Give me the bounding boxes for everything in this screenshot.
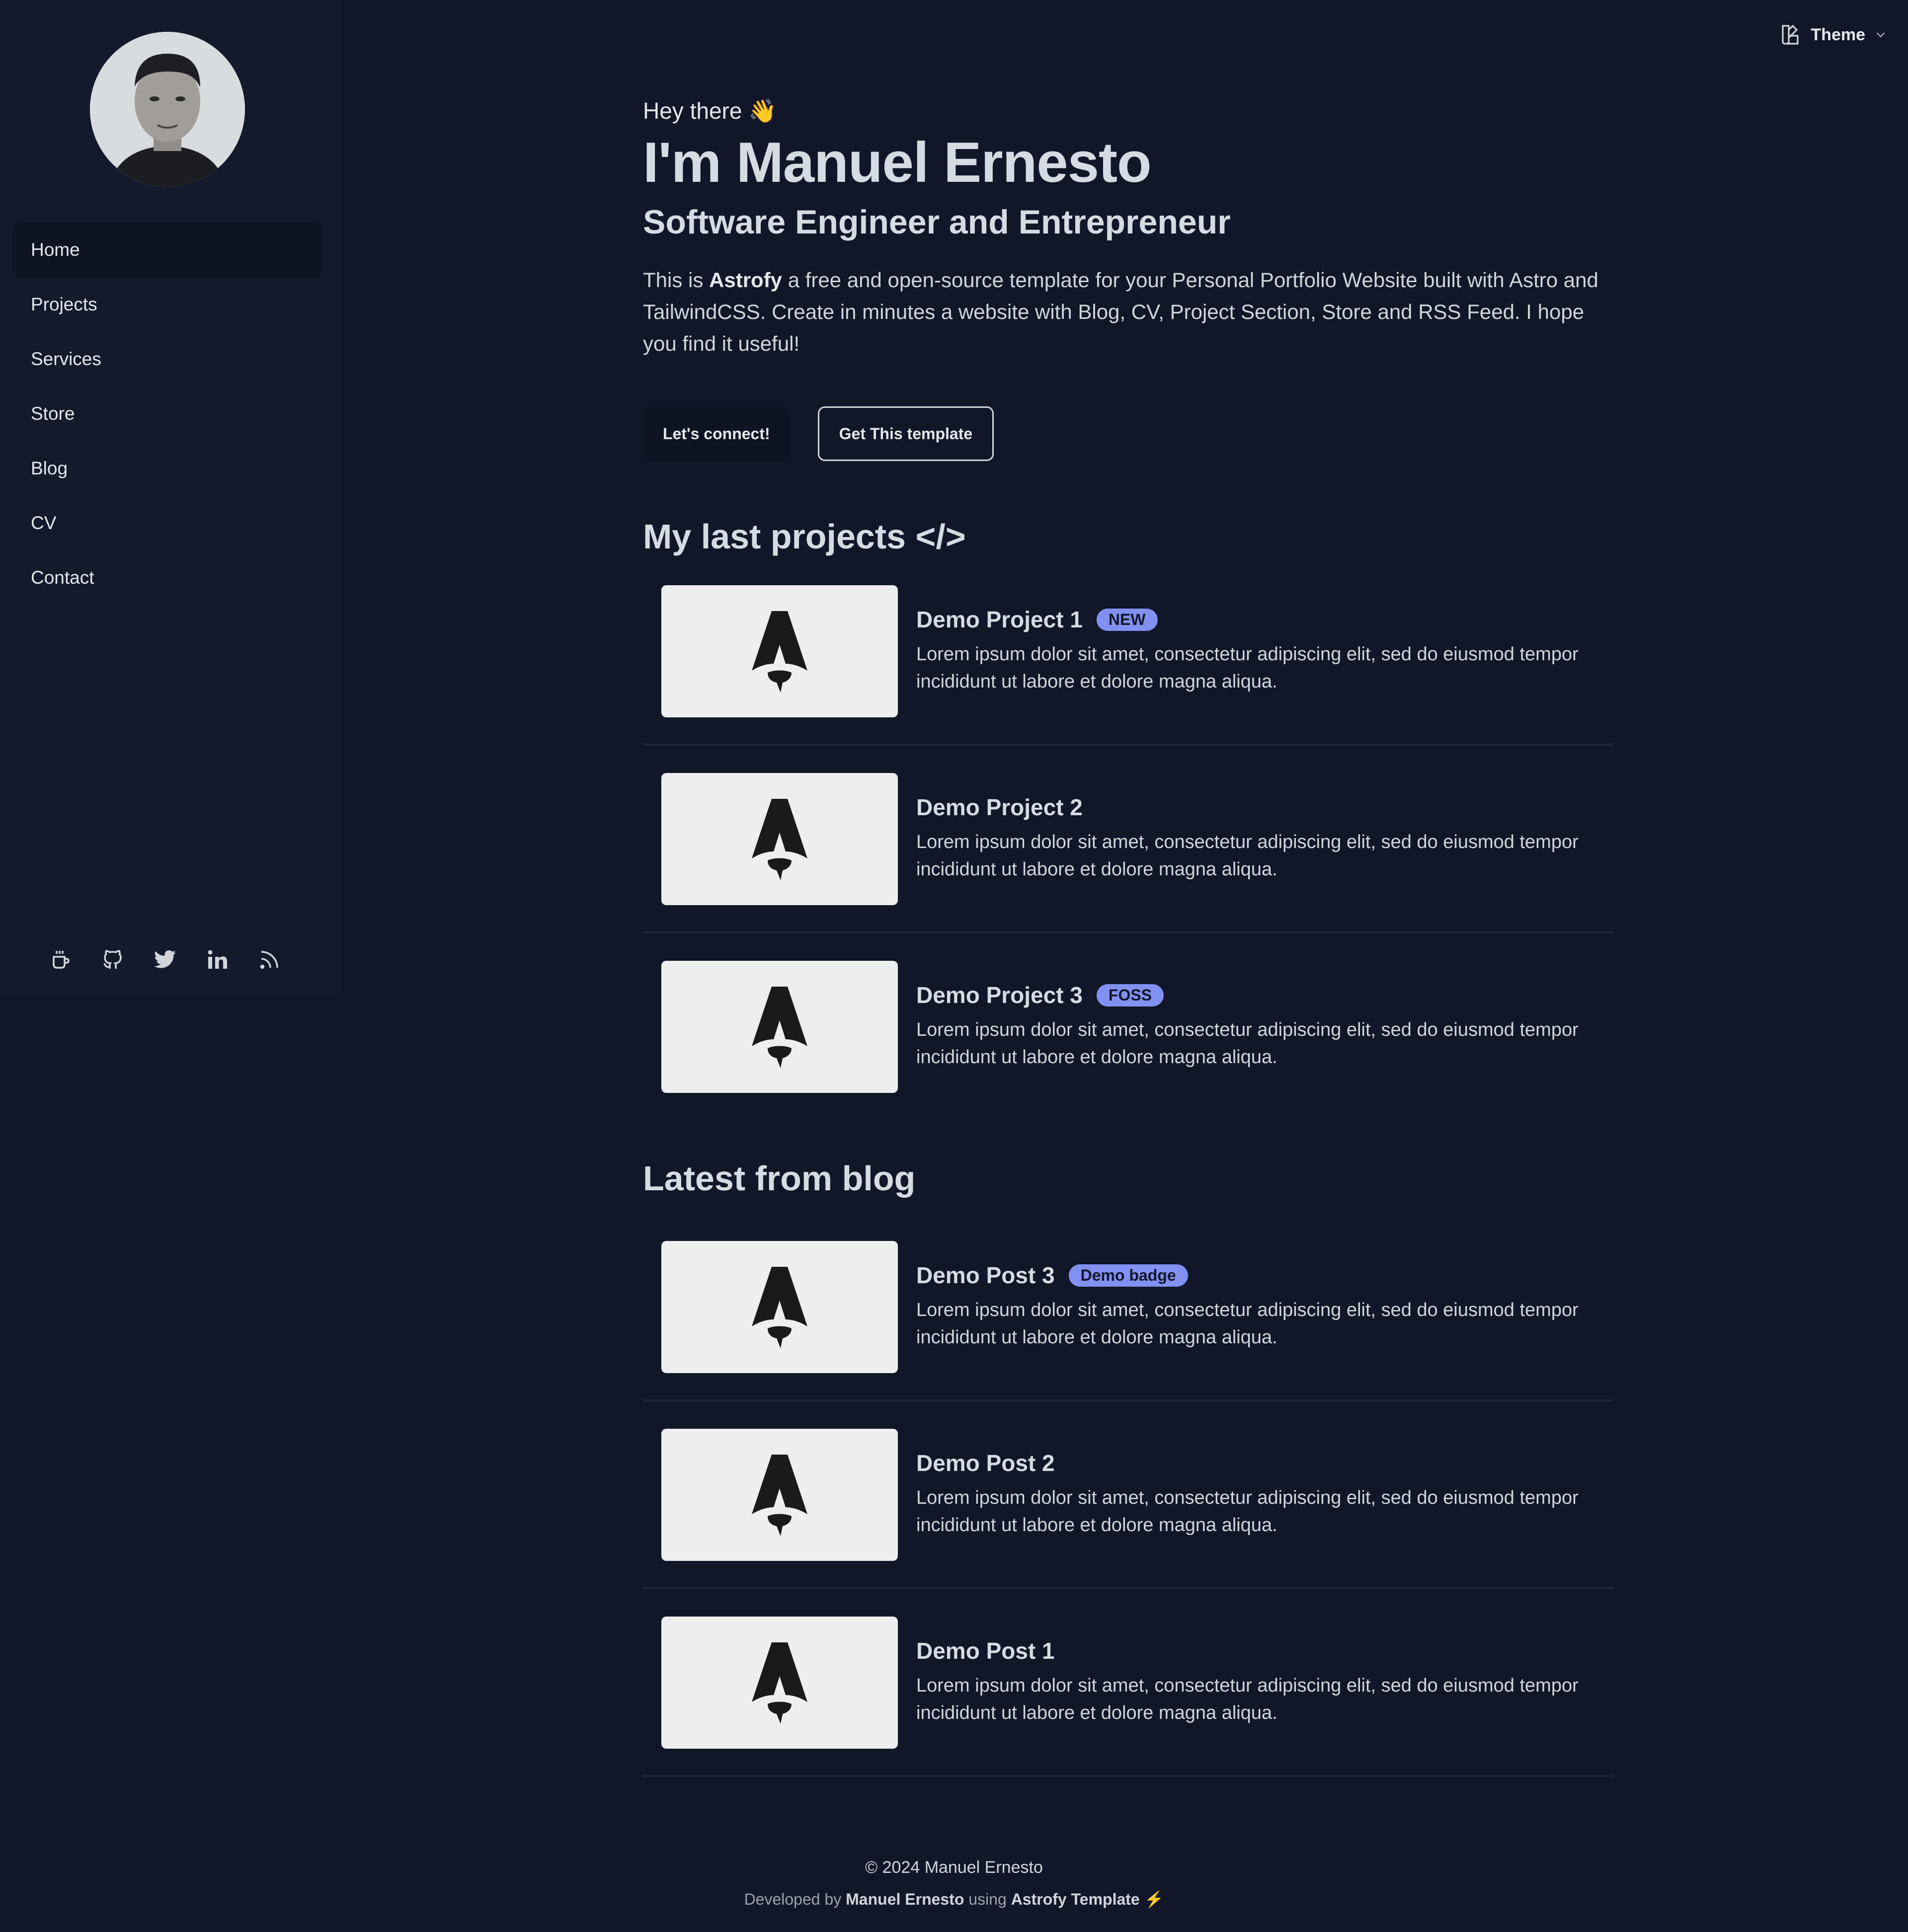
developer-credit: Developed by Manuel Ernesto using Astrof… (0, 1890, 1908, 1909)
sidebar-item-home[interactable]: Home (13, 223, 323, 277)
project-thumbnail (661, 961, 898, 1093)
github-icon[interactable] (98, 945, 128, 975)
project-title: Demo Project 1 (916, 607, 1083, 632)
avatar (90, 32, 245, 187)
sidebar-item-projects[interactable]: Projects (13, 277, 323, 332)
page-title: I'm Manuel Ernesto (643, 131, 1152, 194)
sidebar-item-contact[interactable]: Contact (13, 550, 323, 605)
divider (643, 1399, 1614, 1401)
sidebar-item-store[interactable]: Store (13, 386, 323, 441)
coffee-icon[interactable] (46, 945, 76, 975)
connect-button[interactable]: Let's connect! (643, 406, 790, 461)
post-description: Lorem ipsum dolor sit amet, consectetur … (916, 1487, 1579, 1536)
post-thumbnail (661, 1241, 898, 1373)
theme-dropdown[interactable]: Theme (1779, 23, 1888, 47)
project-description: Lorem ipsum dolor sit amet, consectetur … (916, 832, 1579, 880)
sidebar-nav: Home Projects Services Store Blog CV Con… (13, 223, 323, 605)
project-thumbnail (661, 773, 898, 905)
blog-post-card[interactable]: Demo Post 3 Demo badge Lorem ipsum dolor … (643, 1240, 1614, 1429)
rss-icon[interactable] (254, 945, 284, 975)
post-thumbnail (661, 1429, 898, 1561)
post-description: Lorem ipsum dolor sit amet, consectetur … (916, 1300, 1579, 1348)
copyright: © 2024 Manuel Ernesto (865, 1858, 1043, 1877)
project-thumbnail (661, 585, 898, 717)
divider (643, 1587, 1614, 1589)
intro-text: This is Astrofy a free and open-source t… (643, 264, 1612, 360)
credit-prefix: Developed by (744, 1890, 846, 1908)
hero-buttons: Let's connect! Get This template (643, 406, 994, 461)
intro-rest: a free and open-source template for your… (643, 268, 1598, 355)
blog-post-card[interactable]: Demo Post 1 Lorem ipsum dolor sit amet, … (643, 1616, 1614, 1804)
twitter-icon[interactable] (150, 945, 180, 975)
post-thumbnail (661, 1617, 898, 1749)
post-title: Demo Post 1 (916, 1638, 1055, 1664)
intro-brand: Astrofy (709, 268, 783, 292)
project-badge: FOSS (1096, 984, 1164, 1006)
linkedin-icon[interactable] (202, 945, 232, 975)
divider (643, 931, 1614, 933)
project-card[interactable]: Demo Project 2 Lorem ipsum dolor sit ame… (643, 772, 1614, 961)
project-badge: NEW (1096, 608, 1158, 631)
project-title: Demo Project 2 (916, 794, 1083, 820)
sidebar: Home Projects Services Store Blog CV Con… (0, 0, 341, 996)
divider (643, 744, 1614, 746)
blog-heading: Latest from blog (643, 1159, 916, 1198)
post-title: Demo Post 3 (916, 1262, 1055, 1288)
project-description: Lorem ipsum dolor sit amet, consectetur … (916, 644, 1579, 692)
get-template-button[interactable]: Get This template (817, 406, 994, 461)
project-card[interactable]: Demo Project 1 NEW Lorem ipsum dolor sit … (643, 584, 1614, 773)
projects-heading: My last projects </> (643, 517, 966, 556)
project-card[interactable]: Demo Project 3 FOSS Lorem ipsum dolor sit… (643, 960, 1614, 1149)
sidebar-item-cv[interactable]: CV (13, 496, 323, 550)
project-title: Demo Project 3 (916, 982, 1083, 1008)
credit-suffix: ⚡ (1139, 1890, 1164, 1908)
project-description: Lorem ipsum dolor sit amet, consectetur … (916, 1019, 1579, 1068)
post-title: Demo Post 2 (916, 1450, 1055, 1476)
divider (643, 1775, 1614, 1777)
credit-mid: using (964, 1890, 1011, 1908)
blog-post-card[interactable]: Demo Post 2 Lorem ipsum dolor sit amet, … (643, 1428, 1614, 1617)
sidebar-item-services[interactable]: Services (13, 332, 323, 386)
subtitle: Software Engineer and Entrepreneur (643, 203, 1231, 241)
palette-icon (1782, 24, 1799, 45)
social-links (31, 936, 299, 984)
post-description: Lorem ipsum dolor sit amet, consectetur … (916, 1675, 1579, 1723)
template-link[interactable]: Astrofy Template (1011, 1890, 1140, 1908)
developer-name-link[interactable]: Manuel Ernesto (846, 1890, 964, 1908)
theme-label: Theme (1811, 25, 1865, 44)
chevron-down-icon (1876, 32, 1885, 38)
intro-prefix: This is (643, 268, 710, 292)
sidebar-item-blog[interactable]: Blog (13, 441, 323, 496)
greeting: Hey there 👋 (643, 98, 777, 124)
post-badge: Demo badge (1068, 1264, 1188, 1287)
